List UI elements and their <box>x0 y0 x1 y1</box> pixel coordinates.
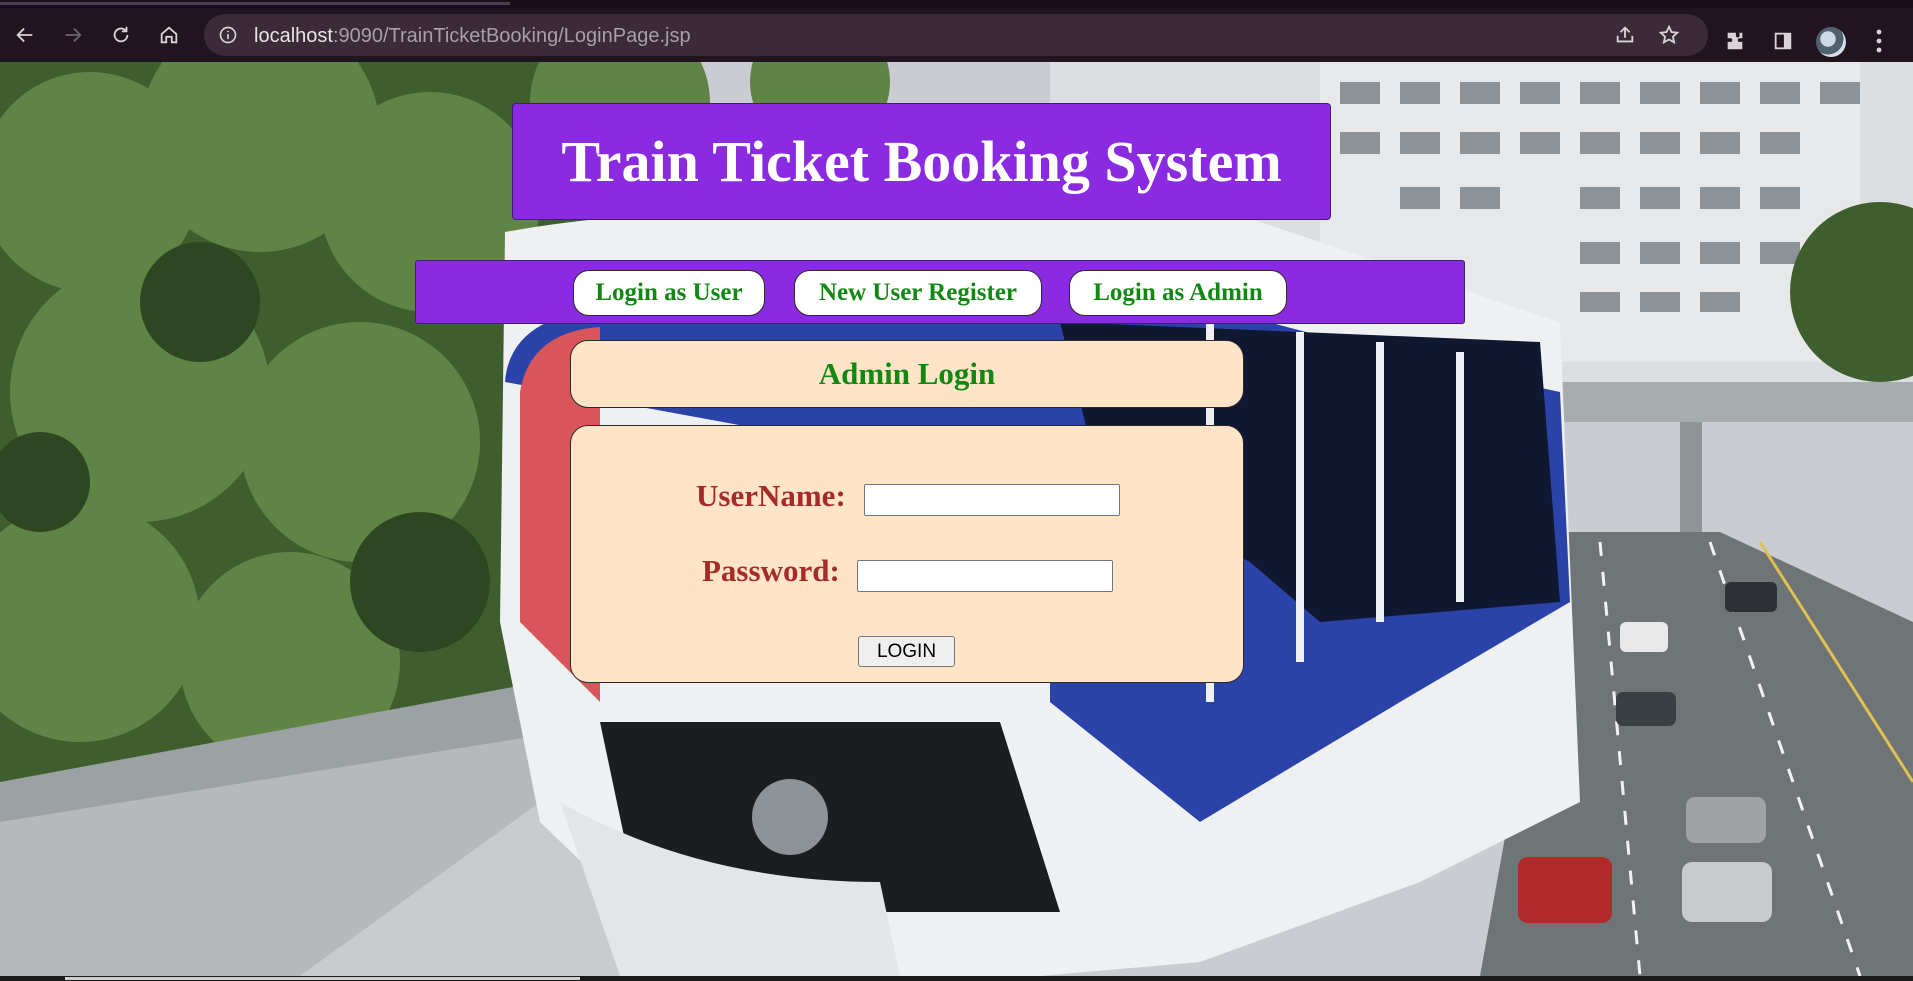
login-form: UserName: Password: LOGIN <box>570 425 1244 683</box>
form-heading: Admin Login <box>818 356 996 391</box>
new-user-register-link[interactable]: New User Register <box>794 270 1042 316</box>
login-button[interactable]: LOGIN <box>858 636 955 667</box>
site-info-icon[interactable] <box>218 25 238 45</box>
back-icon[interactable] <box>12 22 38 48</box>
menu-icon[interactable] <box>1874 28 1884 54</box>
home-icon[interactable] <box>156 22 182 48</box>
form-heading-box: Admin Login <box>570 340 1244 408</box>
url-text[interactable]: localhost:9090/TrainTicketBooking/LoginP… <box>254 25 691 48</box>
extensions-icon[interactable] <box>1724 30 1746 52</box>
reload-icon[interactable] <box>108 22 134 48</box>
forward-icon[interactable] <box>60 22 86 48</box>
username-label: UserName: <box>696 478 846 513</box>
password-input[interactable] <box>857 560 1113 592</box>
side-panel-icon[interactable] <box>1772 30 1794 52</box>
password-label: Password: <box>702 553 840 588</box>
username-input[interactable] <box>864 484 1120 516</box>
browser-toolbar: localhost:9090/TrainTicketBooking/LoginP… <box>0 8 1913 62</box>
address-bar[interactable]: localhost:9090/TrainTicketBooking/LoginP… <box>204 14 1708 56</box>
browser-tab-strip <box>0 0 1913 8</box>
login-as-admin-link[interactable]: Login as Admin <box>1069 270 1287 316</box>
bottom-scroll-strip <box>0 976 1913 981</box>
profile-avatar[interactable] <box>1816 27 1846 57</box>
share-icon[interactable] <box>1614 24 1636 46</box>
page-viewport: Train Ticket Booking System Login as Use… <box>0 62 1913 976</box>
bookmark-star-icon[interactable] <box>1658 24 1680 46</box>
nav-bar: Login as User New User Register Login as… <box>415 260 1465 324</box>
site-title: Train Ticket Booking System <box>561 129 1282 194</box>
login-as-user-link[interactable]: Login as User <box>573 270 765 316</box>
site-title-banner: Train Ticket Booking System <box>512 103 1331 220</box>
